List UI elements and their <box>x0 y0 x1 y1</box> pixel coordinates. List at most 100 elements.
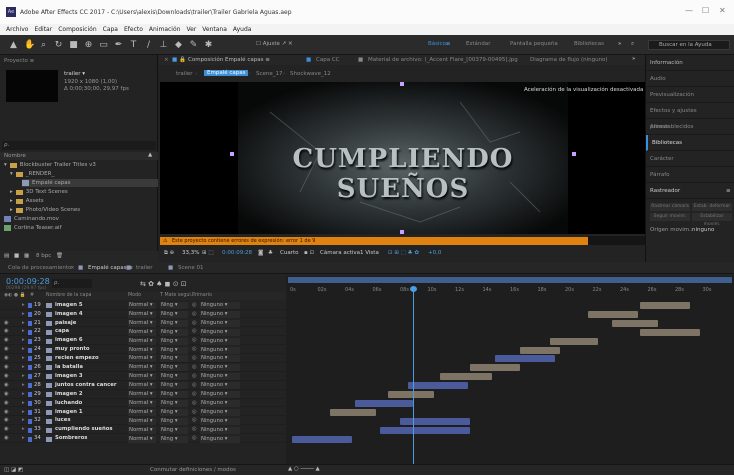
pickwhip-icon[interactable]: ◎ <box>192 346 197 352</box>
label-color-icon[interactable] <box>28 347 32 353</box>
project-item[interactable]: Cortina Teaser.aif <box>4 224 62 232</box>
footage-tab[interactable]: Material de archivo: (_Accent Flare_[003… <box>368 57 518 63</box>
menu-animacion[interactable]: Animación <box>149 26 181 33</box>
layer-row[interactable]: ◉ ▸ 22 capa Normal ▾ Ning ▾ ◎ Ninguno ▾ <box>0 328 285 337</box>
tab-close-icon[interactable]: × <box>70 265 75 271</box>
layer-trkmat-dropdown[interactable]: Ning ▾ <box>160 328 188 336</box>
layer-duration-bar[interactable] <box>380 426 470 434</box>
layer-mode-dropdown[interactable]: Normal ▾ <box>128 328 156 336</box>
panel-bibliotecas[interactable]: Bibliotecas <box>646 135 734 151</box>
menu-composicion[interactable]: Composición <box>58 26 96 33</box>
breadcrumb-empale-capas[interactable]: Empalé capas <box>204 70 249 76</box>
layer-duration-bar[interactable] <box>400 417 470 425</box>
new-comp-icon[interactable]: ▦ <box>24 253 29 259</box>
expand-icon[interactable]: ▸ <box>22 409 25 415</box>
footer-toggle-icons[interactable]: ◫ ◪ ◩ <box>4 467 23 473</box>
timeline-timecode[interactable]: 0:00:09:28 <box>6 277 50 286</box>
layer-duration-bar[interactable] <box>470 364 520 372</box>
expand-icon[interactable]: ▸ <box>22 391 25 397</box>
label-color-icon[interactable] <box>28 365 32 371</box>
camera-dropdown[interactable]: Cámara activa <box>320 250 360 256</box>
pickwhip-icon[interactable]: ◎ <box>192 417 197 423</box>
col-trkmat[interactable]: T Mate segui... <box>160 293 195 298</box>
layer-mode-dropdown[interactable]: Normal ▾ <box>128 417 156 425</box>
pickwhip-icon[interactable]: ◎ <box>192 426 197 432</box>
layer-parent-dropdown[interactable]: Ninguno ▾ <box>200 399 240 407</box>
comp-tab-close-icon[interactable]: × <box>164 57 169 63</box>
layer-row[interactable]: ◉ ▸ 23 imagen 6 Normal ▾ Ning ▾ ◎ Ninguno ▾ <box>0 337 285 346</box>
expand-icon[interactable]: ▸ <box>22 337 25 343</box>
col-layer-name[interactable]: Nombre de la capa <box>46 293 91 298</box>
workspace-pantalla-pequena[interactable]: Pantalla pequeña <box>510 41 558 47</box>
project-search-field[interactable]: ρ. <box>2 141 156 150</box>
expand-icon[interactable]: ▸ <box>22 426 25 432</box>
layer-parent-dropdown[interactable]: Ninguno ▾ <box>200 382 240 390</box>
pickwhip-icon[interactable]: ◎ <box>192 373 197 379</box>
project-item[interactable]: ▸ 3D Text Scenes <box>10 188 68 196</box>
workspace-menu-icon[interactable]: ≡ <box>446 41 451 47</box>
expand-icon[interactable]: ▸ <box>22 373 25 379</box>
layer-duration-bar[interactable] <box>640 302 690 309</box>
warp-stabilizer-button[interactable]: Estab. deformar <box>692 203 732 211</box>
layer-tab[interactable]: Capa CC <box>316 57 340 63</box>
rectangle-tool-icon[interactable]: ▭ <box>99 40 108 50</box>
layer-row[interactable]: ◉ ▸ 29 imagen 2 Normal ▾ Ning ▾ ◎ Ninguno ▾ <box>0 390 285 399</box>
layer-trkmat-dropdown[interactable]: Ning ▾ <box>160 302 188 309</box>
layer-duration-bar[interactable] <box>408 382 468 390</box>
layer-trkmat-dropdown[interactable]: Ning ▾ <box>160 399 188 407</box>
search-help-icon[interactable]: ⌕ <box>631 41 634 48</box>
resolution-dropdown[interactable]: Cuarto <box>280 250 298 256</box>
layer-mode-dropdown[interactable]: Normal ▾ <box>128 319 156 327</box>
column-nombre[interactable]: Nombre <box>4 153 26 159</box>
pickwhip-icon[interactable]: ◎ <box>192 409 197 415</box>
project-item[interactable]: ▸ Assets <box>10 197 44 205</box>
layer-parent-dropdown[interactable]: Ninguno ▾ <box>200 337 240 345</box>
zoom-tool-icon[interactable]: ⌕ <box>39 40 48 50</box>
breadcrumb-scene17[interactable]: Scene_17 <box>256 71 283 77</box>
menu-ver[interactable]: Ver <box>186 26 196 33</box>
pickwhip-icon[interactable]: ◎ <box>192 400 197 406</box>
layer-duration-bar[interactable] <box>612 319 658 327</box>
menu-ventana[interactable]: Ventana <box>202 26 227 33</box>
project-item[interactable]: ▸ Photo/Video Scenes <box>10 206 80 214</box>
pickwhip-icon[interactable]: ◎ <box>192 328 197 334</box>
menu-editar[interactable]: Editar <box>34 26 52 33</box>
project-item[interactable]: Empalé capas <box>22 179 158 187</box>
label-color-icon[interactable] <box>28 303 32 308</box>
selection-tool-icon[interactable]: ▲ <box>9 40 18 50</box>
help-search-input[interactable]: Buscar en la Ayuda <box>648 40 730 50</box>
visibility-icon[interactable]: ◉ <box>4 364 9 370</box>
layer-duration-bar[interactable] <box>330 408 376 416</box>
layer-trkmat-dropdown[interactable]: Ning ▾ <box>160 417 188 425</box>
snapshot-icon[interactable]: ◙ <box>258 250 263 256</box>
layer-row[interactable]: ◉ ▸ 26 la batalla Normal ▾ Ning ▾ ◎ Ninguno ▾ <box>0 363 285 372</box>
layer-mode-dropdown[interactable]: Normal ▾ <box>128 310 156 318</box>
visibility-icon[interactable]: ◉ <box>4 355 9 361</box>
label-color-icon[interactable] <box>28 400 32 406</box>
layer-row[interactable]: ◉ ▸ 21 paisaje Normal ▾ Ning ▾ ◎ Ninguno ▾ <box>0 319 285 328</box>
panel-rastreador[interactable]: Rastreador <box>646 183 734 199</box>
viewer-timecode[interactable]: 0:00:09:28 <box>222 250 252 256</box>
visibility-icon[interactable]: ◉ <box>4 426 9 432</box>
interpret-icon[interactable]: ▤ <box>4 253 9 259</box>
stabilize-motion-button[interactable]: Estabilizar movim. <box>692 213 732 227</box>
menu-archivo[interactable]: Archivo <box>6 26 28 33</box>
layer-duration-bar[interactable] <box>588 310 638 318</box>
visibility-icon[interactable]: ◉ <box>4 373 9 379</box>
panel-more[interactable]: » <box>632 56 635 62</box>
layer-parent-dropdown[interactable]: Ninguno ▾ <box>200 302 240 309</box>
expand-icon[interactable]: ▸ <box>22 400 25 406</box>
hand-tool-icon[interactable]: ✋ <box>24 40 35 50</box>
layer-row[interactable]: ◉ ▸ 31 imagen 1 Normal ▾ Ning ▾ ◎ Ninguno ▾ <box>0 408 285 417</box>
breadcrumb-trailer[interactable]: trailer <box>176 71 193 77</box>
label-color-icon[interactable] <box>28 409 32 415</box>
layer-mode-dropdown[interactable]: Normal ▾ <box>128 408 156 416</box>
layer-mode-dropdown[interactable]: Normal ▾ <box>128 364 156 372</box>
pickwhip-icon[interactable]: ◎ <box>192 311 197 317</box>
stamp-tool-icon[interactable]: ⊥ <box>159 40 168 50</box>
layer-parent-dropdown[interactable]: Ninguno ▾ <box>200 346 240 354</box>
align-checkbox[interactable]: ☐ Ajuste ↗ ✕ <box>256 41 293 47</box>
label-color-icon[interactable] <box>28 392 32 397</box>
layer-duration-bar[interactable] <box>388 391 434 398</box>
pickwhip-icon[interactable]: ◎ <box>192 391 197 397</box>
